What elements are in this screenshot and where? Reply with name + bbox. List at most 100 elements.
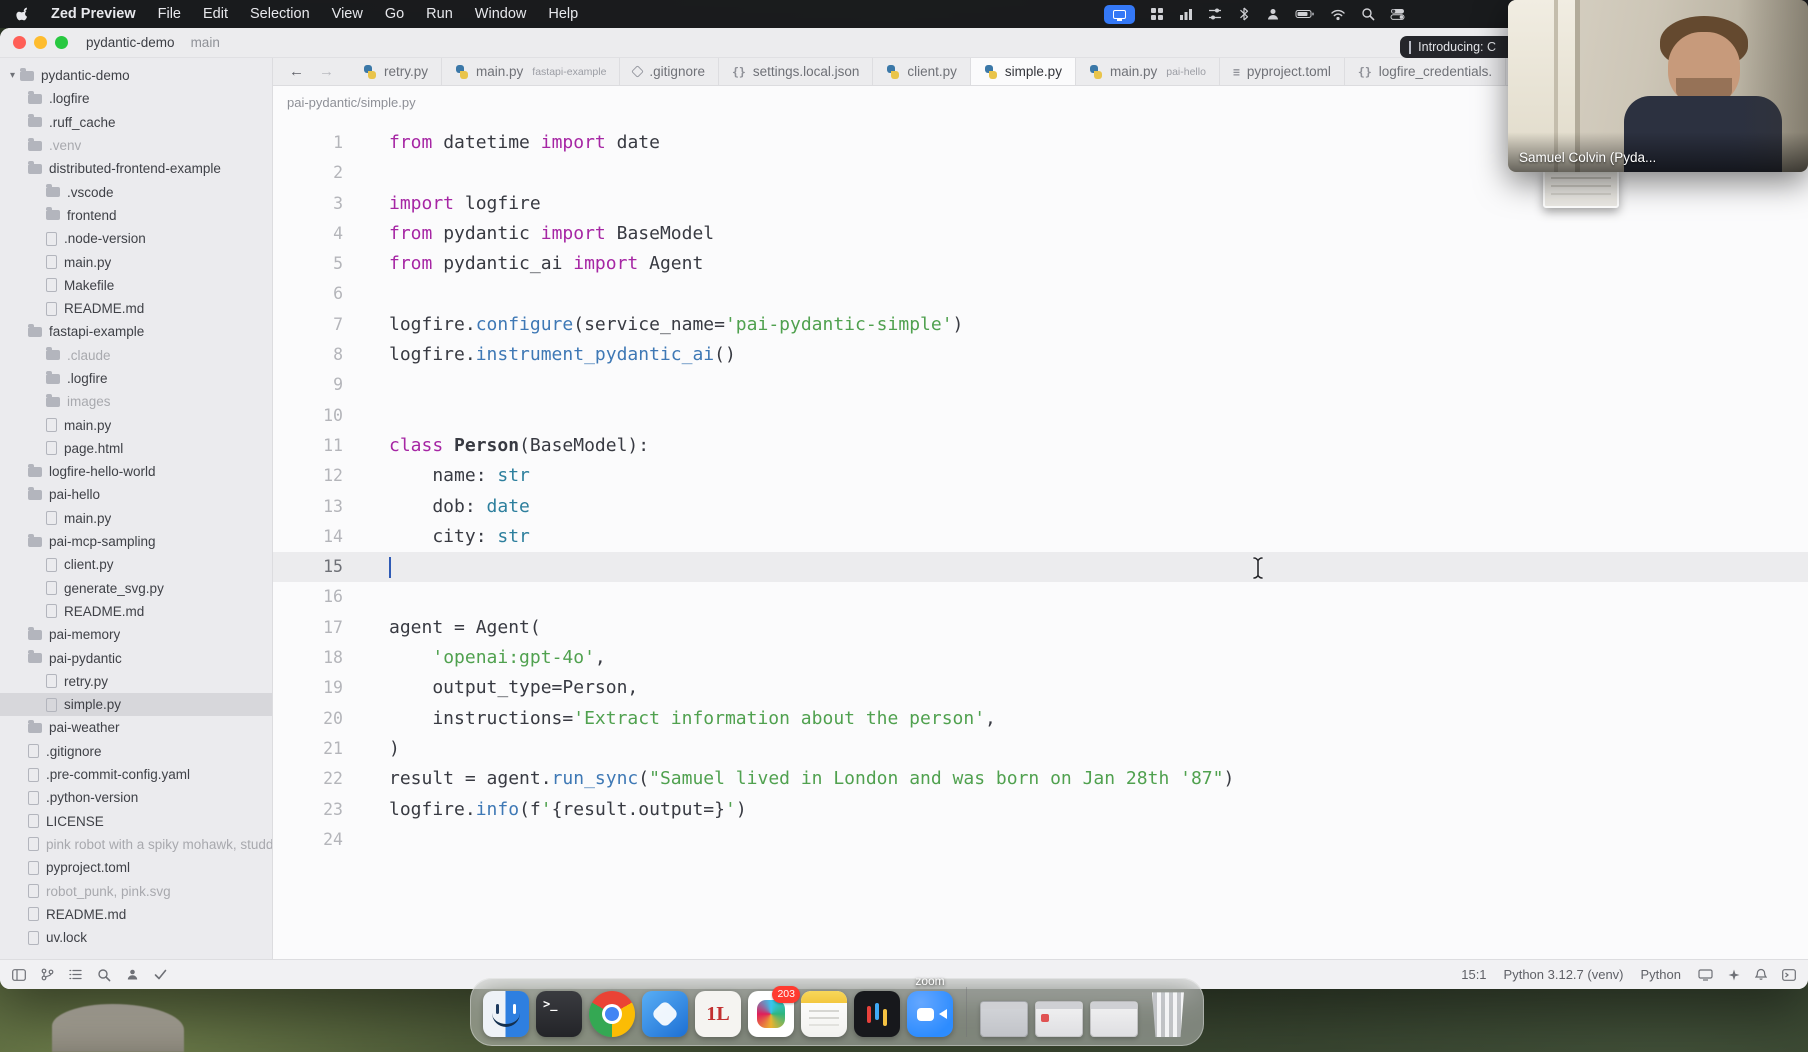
code-line[interactable]: 13 dob: date	[273, 492, 1808, 522]
cursor-position[interactable]: 15:1	[1461, 967, 1486, 982]
tree-item-ruff-cache[interactable]: .ruff_cache	[0, 111, 272, 134]
tree-item-frontend[interactable]: frontend	[0, 204, 272, 227]
tree-item-makefile[interactable]: Makefile	[0, 274, 272, 297]
tree-item-images[interactable]: images	[0, 390, 272, 413]
tab-settings-local-json[interactable]: {} settings.local.json	[719, 58, 874, 85]
nav-forward-button[interactable]: →	[319, 63, 334, 80]
grid-icon[interactable]	[1150, 7, 1164, 21]
menu-edit[interactable]: Edit	[203, 6, 228, 22]
tab-main-py[interactable]: main.py fastapi-example	[442, 58, 621, 85]
chart-icon[interactable]	[1179, 7, 1193, 21]
notification-banner[interactable]: Introducing: C	[1400, 36, 1508, 58]
tree-item-distributed-frontend-example[interactable]: distributed-frontend-example	[0, 157, 272, 180]
code-line[interactable]: 22 result = agent.run_sync("Samuel lived …	[273, 764, 1808, 794]
tree-item-readme-md[interactable]: README.md	[0, 903, 272, 926]
minimized-window-thumbnail[interactable]	[980, 1001, 1028, 1037]
code-line[interactable]: 12 name: str	[273, 461, 1808, 491]
menu-go[interactable]: Go	[385, 6, 404, 22]
bluetooth-icon[interactable]	[1237, 7, 1251, 21]
python-interpreter[interactable]: Python 3.12.7 (venv)	[1504, 967, 1624, 982]
menu-app-name[interactable]: Zed Preview	[51, 6, 136, 22]
tree-item-pai-mcp-sampling[interactable]: pai-mcp-sampling	[0, 530, 272, 553]
tree-item-client-py[interactable]: client.py	[0, 553, 272, 576]
menu-file[interactable]: File	[158, 6, 181, 22]
tree-item-generate-svg-py[interactable]: generate_svg.py	[0, 577, 272, 600]
apple-menu-icon[interactable]	[16, 6, 31, 23]
menu-view[interactable]: View	[332, 6, 363, 22]
menu-window[interactable]: Window	[475, 6, 527, 22]
webcam-overlay[interactable]: Samuel Colvin (Pyda...	[1508, 0, 1808, 172]
dock-app-zoom[interactable]: zoom	[907, 974, 953, 1037]
tab-logfire-credentials[interactable]: {} logfire_credentials.	[1345, 58, 1507, 85]
tree-item-simple-py[interactable]: simple.py	[0, 693, 272, 717]
search-icon[interactable]	[1361, 7, 1375, 21]
collab-icon[interactable]	[126, 968, 139, 981]
screen-icon[interactable]	[1698, 968, 1713, 981]
minimized-window-thumbnail[interactable]	[1035, 1001, 1083, 1037]
dock-app-notes[interactable]	[801, 991, 847, 1037]
tree-item-robot-punk-pink-svg[interactable]: robot_punk, pink.svg	[0, 879, 272, 902]
tree-item-logfire-hello-world[interactable]: logfire-hello-world	[0, 460, 272, 483]
tree-item-pyproject-toml[interactable]: pyproject.toml	[0, 856, 272, 879]
code-line[interactable]: 7 logfire.configure(service_name='pai-pyd…	[273, 310, 1808, 340]
wifi-icon[interactable]	[1330, 8, 1346, 21]
code-line[interactable]: 21)	[273, 734, 1808, 764]
code-line[interactable]: 10	[273, 401, 1808, 431]
tree-item-main-py[interactable]: main.py	[0, 250, 272, 273]
tree-item-main-py[interactable]: main.py	[0, 507, 272, 530]
project-title[interactable]: pydantic-demo	[86, 35, 175, 50]
tree-item-vscode[interactable]: .vscode	[0, 180, 272, 203]
code-line[interactable]: 19 output_type=Person,	[273, 673, 1808, 703]
git-branch-label[interactable]: main	[191, 35, 220, 50]
code-line[interactable]: 4 from pydantic import BaseModel	[273, 219, 1808, 249]
tree-item-pai-memory[interactable]: pai-memory	[0, 623, 272, 646]
tree-item-fastapi-example[interactable]: fastapi-example	[0, 320, 272, 343]
code-line[interactable]: 20 instructions='Extract information abo…	[273, 704, 1808, 734]
tree-item-pink-robot-with-a-spiky-mohawk-studded-l[interactable]: pink robot with a spiky mohawk, studded …	[0, 833, 272, 856]
diagnostics-check-icon[interactable]	[154, 969, 167, 980]
code-line[interactable]: 23 logfire.info(f'{result.output=}')	[273, 795, 1808, 825]
tab-retry-py[interactable]: retry.py	[350, 58, 443, 85]
code-line[interactable]: 14 city: str	[273, 522, 1808, 552]
tree-item-pydantic-demo[interactable]: ▾ pydantic-demo	[0, 64, 272, 87]
tab-client-py[interactable]: client.py	[873, 58, 971, 85]
search-icon[interactable]	[97, 968, 111, 982]
tree-item-license[interactable]: LICENSE	[0, 810, 272, 833]
dock-app-one-l[interactable]: 1L	[695, 991, 741, 1037]
dock-app-finder[interactable]	[483, 991, 529, 1037]
tree-item-logfire[interactable]: .logfire	[0, 367, 272, 390]
code-line[interactable]: 18 'openai:gpt-4o',	[273, 643, 1808, 673]
tree-item-venv[interactable]: .venv	[0, 134, 272, 157]
tree-item-main-py[interactable]: main.py	[0, 413, 272, 436]
dock-trash[interactable]	[1145, 991, 1191, 1037]
tree-item-pre-commit-config-yaml[interactable]: .pre-commit-config.yaml	[0, 763, 272, 786]
project-panel-icon[interactable]	[12, 968, 26, 981]
tree-item-uv-lock[interactable]: uv.lock	[0, 926, 272, 949]
code-line[interactable]: 9	[273, 370, 1808, 400]
tree-item-pai-weather[interactable]: pai-weather	[0, 716, 272, 739]
code-editor[interactable]: 1 from datetime import date 2 3 import logfi…	[273, 118, 1808, 959]
battery-icon[interactable]	[1295, 7, 1315, 21]
code-line[interactable]: 6	[273, 279, 1808, 309]
tree-item-retry-py[interactable]: retry.py	[0, 670, 272, 693]
zoom-button[interactable]	[55, 36, 68, 49]
bell-icon[interactable]	[1755, 968, 1767, 981]
menu-run[interactable]: Run	[426, 6, 453, 22]
tree-item-pai-hello[interactable]: pai-hello	[0, 483, 272, 506]
tab-simple-py[interactable]: simple.py	[970, 58, 1076, 85]
minimized-window-thumbnail[interactable]	[1090, 1001, 1138, 1037]
code-line[interactable]: 15	[273, 552, 1808, 583]
dock-app-blue-app[interactable]	[642, 991, 688, 1037]
tree-item-pai-pydantic[interactable]: pai-pydantic	[0, 646, 272, 669]
language-selector[interactable]: Python	[1641, 967, 1681, 982]
code-line[interactable]: 16	[273, 582, 1808, 612]
code-line[interactable]: 5 from pydantic_ai import Agent	[273, 249, 1808, 279]
tree-item-readme-md[interactable]: README.md	[0, 600, 272, 623]
tree-item-claude[interactable]: .claude	[0, 344, 272, 367]
menu-help[interactable]: Help	[548, 6, 578, 22]
control-center-icon[interactable]	[1390, 7, 1405, 21]
dock-app-chrome[interactable]	[589, 991, 635, 1037]
menu-selection[interactable]: Selection	[250, 6, 310, 22]
minimize-button[interactable]	[34, 36, 47, 49]
sliders-icon[interactable]	[1208, 7, 1222, 21]
